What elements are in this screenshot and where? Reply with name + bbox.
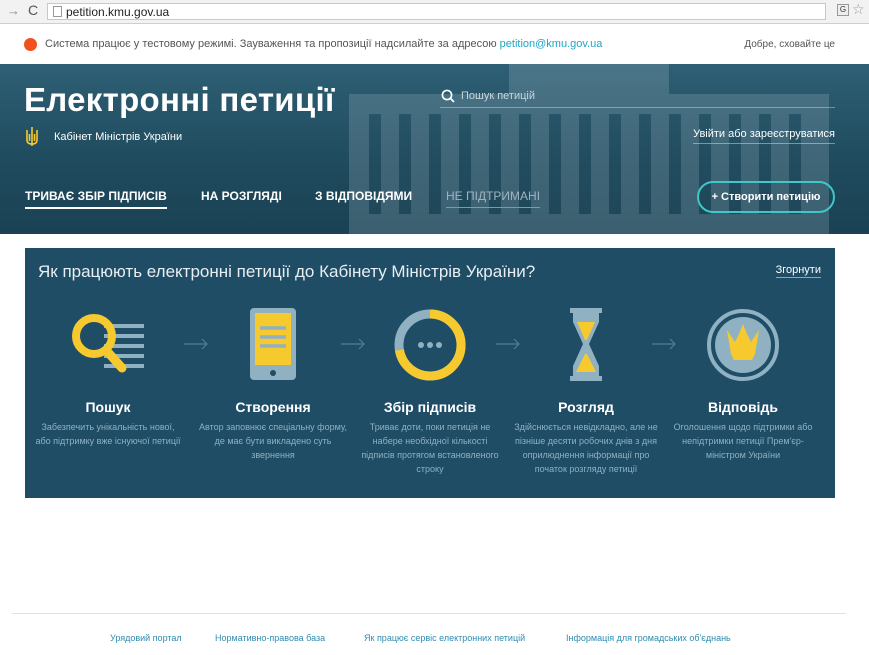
page-title: Електронні петиції xyxy=(24,81,335,118)
bookmark-star-icon[interactable]: ☆ xyxy=(852,1,865,18)
collapse-button[interactable]: Згорнути xyxy=(775,264,821,278)
step-collect-signatures: Збір підписів Триває доти, поки петиція … xyxy=(350,308,510,476)
tab-under-review[interactable]: НА РОЗГЛЯДІ xyxy=(201,189,282,207)
step-description: Забезпечить унікальність нової, або підт… xyxy=(35,422,181,446)
tab-answered[interactable]: З ВІДПОВІДЯМИ xyxy=(315,189,412,207)
step-title: Створення xyxy=(235,399,311,415)
hourglass-icon xyxy=(570,308,602,381)
step-description: Автор заповнює спеціальну форму, де має … xyxy=(199,422,347,460)
back-arrow-icon[interactable]: → xyxy=(7,3,20,18)
search-doc-icon xyxy=(72,314,144,373)
notice-message: Система працює у тестовому режимі. Заува… xyxy=(45,38,500,50)
step-create: Створення Автор заповнює спеціальну форм… xyxy=(193,308,353,462)
coat-of-arms-icon xyxy=(26,127,38,146)
page-icon xyxy=(53,6,62,17)
reload-icon[interactable]: C xyxy=(28,2,38,18)
alert-dot-icon xyxy=(24,38,37,51)
step-description: Здійснюється невідкладно, але не пізніше… xyxy=(514,422,658,474)
site-header: Електронні петиції Кабінет Міністрів Укр… xyxy=(0,64,869,234)
step-title: Збір підписів xyxy=(383,399,477,415)
create-petition-button[interactable]: + Створити петицію xyxy=(697,181,835,213)
notice-text: Система працює у тестовому режимі. Заува… xyxy=(45,38,602,50)
notice-email-link[interactable]: petition@kmu.gov.ua xyxy=(500,38,603,50)
step-search: Пошук Забезпечить унікальність нової, аб… xyxy=(28,308,188,448)
footer-link-how-it-works[interactable]: Як працює сервіс електронних петицій xyxy=(364,633,525,643)
footer-link-legal-base[interactable]: Нормативно-правова база xyxy=(215,633,325,643)
progress-ring-icon xyxy=(394,309,466,381)
url-text[interactable]: petition.kmu.gov.ua xyxy=(66,5,169,19)
how-it-works-panel: Як працюють електронні петиції до Кабіне… xyxy=(25,248,835,498)
step-answer: Відповідь Оголошення щодо підтримки або … xyxy=(663,308,823,462)
footer-divider xyxy=(12,613,846,614)
step-description: Триває доти, поки петиція не набере необ… xyxy=(361,422,499,474)
step-title: Розгляд xyxy=(558,399,614,415)
tablet-icon xyxy=(250,308,296,380)
tab-collecting-signatures[interactable]: ТРИВАЄ ЗБІР ПІДПИСІВ xyxy=(25,189,167,209)
search-icon[interactable] xyxy=(441,89,455,103)
footer-link-ngo-info[interactable]: Інформація для громадських об'єднань xyxy=(566,633,731,643)
step-description: Оголошення щодо підтримки або непідтримк… xyxy=(673,422,813,460)
government-name: Кабінет Міністрів України xyxy=(54,131,183,143)
step-title: Відповідь xyxy=(708,399,778,415)
browser-toolbar: → C petition.kmu.gov.ua G ☆ xyxy=(0,0,869,24)
search-input[interactable] xyxy=(461,88,821,104)
search-box xyxy=(440,86,835,108)
footer-link-gov-portal[interactable]: Урядовий портал xyxy=(110,633,182,643)
step-title: Пошук xyxy=(85,399,131,415)
step-review: Розгляд Здійснюється невідкладно, але не… xyxy=(506,308,666,476)
test-mode-notice: Система працює у тестовому режимі. Заува… xyxy=(0,25,869,64)
tab-not-supported[interactable]: НЕ ПІДТРИМАНІ xyxy=(446,189,541,208)
address-bar[interactable]: petition.kmu.gov.ua xyxy=(47,3,826,20)
trident-badge-icon xyxy=(707,309,779,381)
hide-notice-button[interactable]: Добре, сховайте це xyxy=(744,39,835,50)
login-register-link[interactable]: Увійти або зареєструватися xyxy=(693,128,835,144)
panel-title: Як працюють електронні петиції до Кабіне… xyxy=(38,262,536,281)
translate-icon[interactable]: G xyxy=(837,4,849,16)
